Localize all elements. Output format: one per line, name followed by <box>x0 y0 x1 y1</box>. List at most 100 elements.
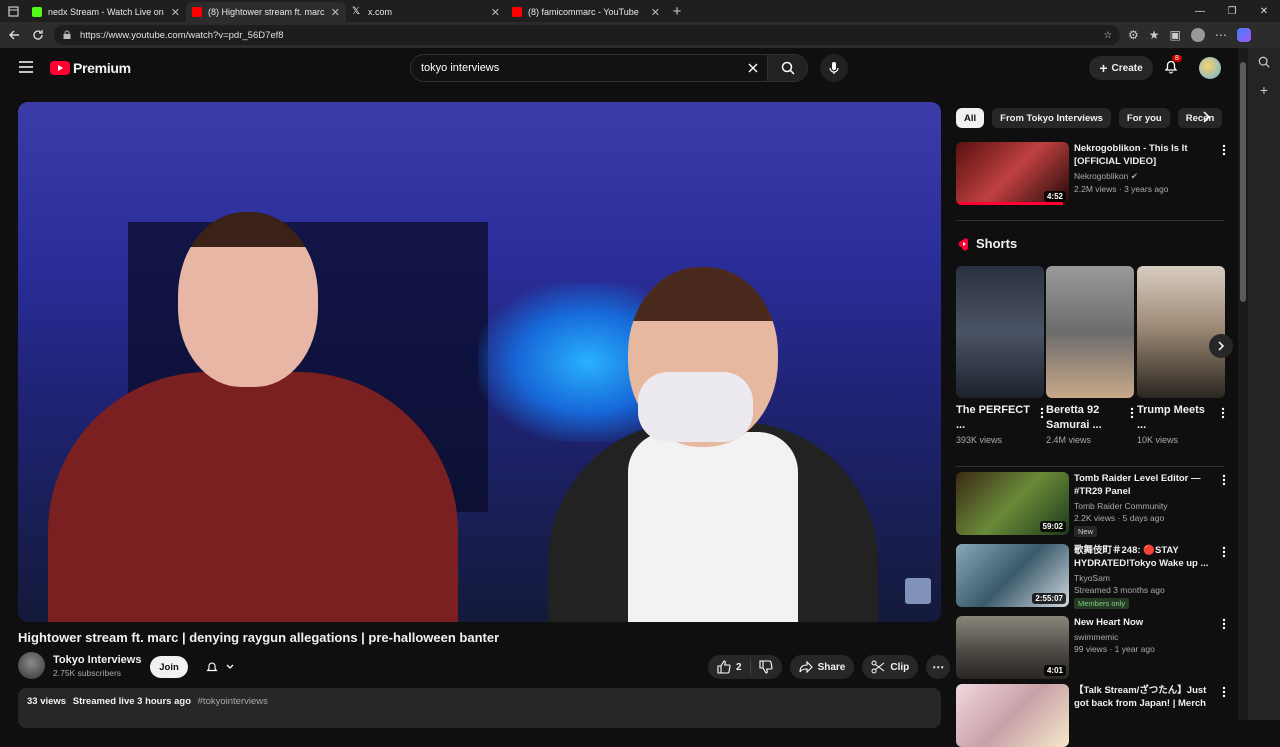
browser-tab-famicommarc[interactable]: (8) famicommarc - YouTube ✕ <box>506 2 666 22</box>
chip-from-channel[interactable]: From Tokyo Interviews <box>992 108 1111 128</box>
description-box[interactable]: 33 views Streamed live 3 hours ago #toky… <box>18 688 941 728</box>
short-title[interactable]: The PERFECT ... <box>956 403 1030 433</box>
short-thumbnail[interactable] <box>956 266 1044 398</box>
recommended-video[interactable]: 59:02 Tomb Raider Level Editor — #TR29 P… <box>956 472 1226 537</box>
voice-search-button[interactable] <box>820 54 848 82</box>
search-button[interactable] <box>767 55 807 81</box>
clear-search-icon[interactable] <box>739 62 767 74</box>
subscription-notifications-button[interactable] <box>196 656 244 678</box>
copilot-icon[interactable] <box>1236 28 1251 42</box>
shorts-heading: Shorts <box>976 236 1018 251</box>
favorites-icon[interactable]: ★ <box>1149 28 1160 42</box>
youtube-premium-logo[interactable]: Premium <box>50 60 131 76</box>
address-bar-row: https://www.youtube.com/watch?v=pdr_56D7… <box>0 22 1280 48</box>
more-vertical-icon[interactable] <box>1222 686 1226 698</box>
video-title[interactable]: 【Talk Stream/ざつたん】Just got back from Jap… <box>1074 684 1209 710</box>
video-channel[interactable]: Tomb Raider Community <box>1074 501 1209 511</box>
short-thumbnail[interactable] <box>1137 266 1225 398</box>
more-vertical-icon[interactable] <box>1222 546 1226 558</box>
video-channel[interactable]: Nekrogoblikon <box>1074 171 1128 181</box>
video-thumbnail[interactable] <box>956 684 1069 747</box>
hamburger-menu-icon[interactable] <box>18 60 34 74</box>
chips-next-arrow-icon[interactable] <box>1200 110 1212 124</box>
video-thumbnail[interactable]: 2:55:07 <box>956 544 1069 607</box>
channel-avatar[interactable] <box>18 652 45 679</box>
like-button[interactable]: 2 <box>717 660 742 674</box>
sidebar-add-icon[interactable]: + <box>1260 82 1268 98</box>
close-tab-icon[interactable]: ✕ <box>331 6 340 19</box>
create-button[interactable]: + Create <box>1089 56 1153 80</box>
channel-name[interactable]: Tokyo Interviews <box>53 654 141 666</box>
short-item[interactable]: Beretta 92 Samurai ... 2.4M views <box>1046 266 1134 445</box>
more-vertical-icon[interactable] <box>1222 618 1226 630</box>
more-vertical-icon[interactable] <box>1222 474 1226 486</box>
video-thumbnail[interactable]: 59:02 <box>956 472 1069 535</box>
account-avatar[interactable] <box>1199 57 1221 79</box>
dislike-button[interactable] <box>759 660 773 674</box>
search-box[interactable]: tokyo interviews <box>410 54 808 82</box>
extensions-icon[interactable]: ⚙ <box>1128 28 1139 42</box>
more-vertical-icon[interactable] <box>1130 407 1134 419</box>
close-tab-icon[interactable]: ✕ <box>171 6 180 19</box>
recommended-video[interactable]: 4:01 New Heart Now swimmemic 99 views · … <box>956 616 1226 679</box>
short-item[interactable]: Trump Meets ... 10K views <box>1137 266 1225 445</box>
more-vertical-icon[interactable] <box>1040 407 1044 419</box>
recommended-video[interactable]: 【Talk Stream/ざつたん】Just got back from Jap… <box>956 684 1226 747</box>
page-scrollbar[interactable] <box>1238 48 1248 720</box>
new-tab-button[interactable]: + <box>666 3 688 20</box>
more-vertical-icon[interactable] <box>1221 407 1225 419</box>
short-item[interactable]: The PERFECT ... 393K views <box>956 266 1044 445</box>
more-actions-button[interactable]: ⋯ <box>926 655 951 679</box>
more-options-icon[interactable]: ⋯ <box>1215 28 1227 42</box>
back-icon[interactable] <box>6 27 22 43</box>
video-title[interactable]: Nekrogoblikon - This Is It [OFFICIAL VID… <box>1074 142 1209 168</box>
recommended-video[interactable]: 2:55:07 歌舞伎町＃248: 🔴STAY HYDRATED!Tokyo W… <box>956 544 1226 609</box>
join-button[interactable]: Join <box>150 656 188 678</box>
video-title[interactable]: 歌舞伎町＃248: 🔴STAY HYDRATED!Tokyo Wake up .… <box>1074 544 1209 570</box>
chip-for-you[interactable]: For you <box>1118 108 1170 128</box>
more-vertical-icon[interactable] <box>1222 144 1226 156</box>
search-input[interactable]: tokyo interviews <box>411 62 739 74</box>
window-controls: — ❐ ✕ <box>1184 6 1280 17</box>
close-tab-icon[interactable]: ✕ <box>491 6 500 19</box>
video-thumbnail[interactable]: 4:01 <box>956 616 1069 679</box>
close-tab-icon[interactable]: ✕ <box>651 6 660 19</box>
video-title[interactable]: Tomb Raider Level Editor — #TR29 Panel <box>1074 472 1209 498</box>
scrollbar-thumb[interactable] <box>1240 62 1246 302</box>
video-title[interactable]: New Heart Now <box>1074 616 1209 629</box>
browser-tab-x[interactable]: 𝕏 x.com ✕ <box>346 2 506 22</box>
maximize-icon[interactable]: ❐ <box>1216 6 1248 17</box>
url-field[interactable]: https://www.youtube.com/watch?v=pdr_56D7… <box>54 25 1120 45</box>
chevron-down-icon <box>226 664 234 669</box>
collections-icon[interactable]: ▣ <box>1170 28 1181 42</box>
browser-tab-youtube-active[interactable]: (8) Hightower stream ft. marc | de ✕ <box>186 2 346 22</box>
chip-all[interactable]: All <box>956 108 985 128</box>
video-player[interactable] <box>18 102 941 622</box>
video-channel[interactable]: TkyoSam <box>1074 573 1209 583</box>
video-thumbnail[interactable]: 4:52 <box>956 142 1069 205</box>
short-title[interactable]: Trump Meets ... <box>1137 403 1211 433</box>
share-button[interactable]: Share <box>789 655 855 679</box>
profile-icon[interactable] <box>1190 28 1205 42</box>
short-title[interactable]: Beretta 92 Samurai ... <box>1046 403 1120 433</box>
video-channel[interactable]: swimmemic <box>1074 632 1209 642</box>
short-thumbnail[interactable] <box>1046 266 1134 398</box>
favorite-star-icon[interactable]: ☆ <box>1103 30 1112 41</box>
chevron-right-icon <box>1218 341 1225 351</box>
notifications-button[interactable]: 8 <box>1163 55 1182 74</box>
x-favicon-icon: 𝕏 <box>352 6 361 17</box>
minimize-icon[interactable]: — <box>1184 6 1216 17</box>
tab-actions-icon[interactable] <box>0 0 26 22</box>
verified-icon: ✔ <box>1130 171 1138 181</box>
channel-owner: Tokyo Interviews 2.75K subscribers <box>18 652 141 679</box>
browser-tab-kick[interactable]: nedx Stream - Watch Live on Kick ✕ <box>26 2 186 22</box>
recommended-video[interactable]: 4:52 Nekrogoblikon - This Is It [OFFICIA… <box>956 142 1226 205</box>
shorts-next-button[interactable] <box>1209 334 1233 358</box>
close-window-icon[interactable]: ✕ <box>1248 6 1280 17</box>
site-info-icon[interactable] <box>62 30 72 40</box>
channel-watermark-icon[interactable] <box>905 578 931 604</box>
clip-button[interactable]: Clip <box>862 655 919 679</box>
hashtag-link[interactable]: #tokyointerviews <box>198 696 268 707</box>
refresh-icon[interactable] <box>30 27 46 43</box>
sidebar-search-icon[interactable] <box>1258 56 1270 68</box>
